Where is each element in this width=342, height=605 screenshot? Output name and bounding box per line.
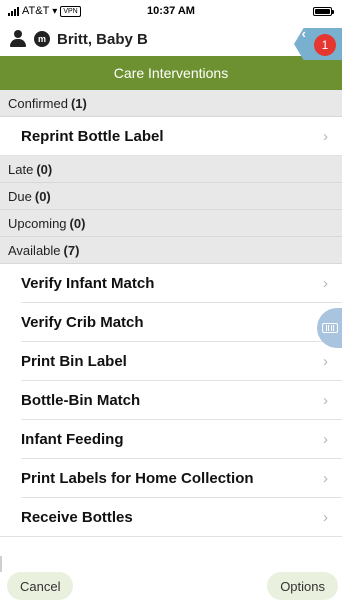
patient-header[interactable]: m Britt, Baby B ‹ 1 [0, 22, 342, 60]
chevron-right-icon: › [323, 128, 328, 145]
options-button[interactable]: Options [267, 572, 338, 600]
section-count: (0) [34, 188, 51, 204]
list-item-receive-bottles[interactable]: Receive Bottles › [0, 498, 342, 537]
list-item-label: Print Labels for Home Collection [21, 470, 254, 487]
vpn-badge: VPN [60, 5, 81, 17]
section-header-upcoming: Upcoming (0) [0, 210, 342, 237]
section-label: Due [8, 188, 32, 204]
list-item-label: Bottle-Bin Match [21, 392, 141, 409]
list-item-label: Infant Feeding [21, 431, 124, 448]
carrier-label: AT&T [22, 5, 50, 17]
section-label: Upcoming [8, 215, 67, 231]
list-item-label: Receive Bottles [21, 509, 133, 526]
notification-badge[interactable]: 1 [314, 34, 336, 56]
section-header-late: Late (0) [0, 156, 342, 183]
section-header-available: Available (7) [0, 237, 342, 264]
chevron-right-icon: › [323, 353, 328, 370]
section-label: Available [8, 242, 61, 258]
list-item-label: Print Bin Label [21, 353, 127, 370]
signal-icon [8, 6, 19, 16]
list-item-label: Verify Infant Match [21, 275, 155, 292]
battery-icon [313, 7, 334, 16]
cancel-button[interactable]: Cancel [7, 572, 74, 600]
list-item-print-labels-home-collection[interactable]: Print Labels for Home Collection › [0, 459, 342, 498]
chevron-right-icon: › [323, 470, 328, 487]
list-item-label: Reprint Bottle Label [21, 128, 164, 145]
status-bar: AT&T ▾ VPN 10:37 AM [0, 0, 342, 22]
chevron-right-icon: › [323, 392, 328, 409]
chevron-left-icon: ‹ [301, 26, 306, 41]
chevron-right-icon: › [323, 509, 328, 526]
section-label: Confirmed [8, 95, 68, 111]
footer-bar: Cancel Options [0, 572, 342, 600]
scroll-edge [0, 556, 2, 572]
list-item-verify-crib-match[interactable]: Verify Crib Match › [0, 303, 342, 342]
list-item-infant-feeding[interactable]: Infant Feeding › [0, 420, 342, 459]
wifi-icon: ▾ [52, 5, 58, 17]
chevron-right-icon: › [323, 431, 328, 448]
patient-name: Britt, Baby B [57, 30, 148, 48]
list-item-verify-infant-match[interactable]: Verify Infant Match › [0, 264, 342, 303]
section-count: (7) [63, 242, 80, 258]
section-count: (0) [36, 161, 53, 177]
section-count: (1) [70, 95, 87, 111]
chevron-right-icon: › [323, 275, 328, 292]
section-header-confirmed: Confirmed (1) [0, 90, 342, 117]
person-icon [8, 29, 28, 49]
section-count: (0) [69, 215, 86, 231]
list-item-print-bin-label[interactable]: Print Bin Label › [0, 342, 342, 381]
list-item-reprint-bottle-label[interactable]: Reprint Bottle Label › [0, 117, 342, 156]
list-item-bottle-bin-match[interactable]: Bottle-Bin Match › [0, 381, 342, 420]
page-title: Care Interventions [0, 56, 342, 90]
section-label: Late [8, 161, 34, 177]
list-item-label: Verify Crib Match [21, 314, 144, 331]
barcode-icon [322, 323, 338, 333]
section-header-due: Due (0) [0, 183, 342, 210]
patient-initial-badge: m [34, 31, 50, 47]
